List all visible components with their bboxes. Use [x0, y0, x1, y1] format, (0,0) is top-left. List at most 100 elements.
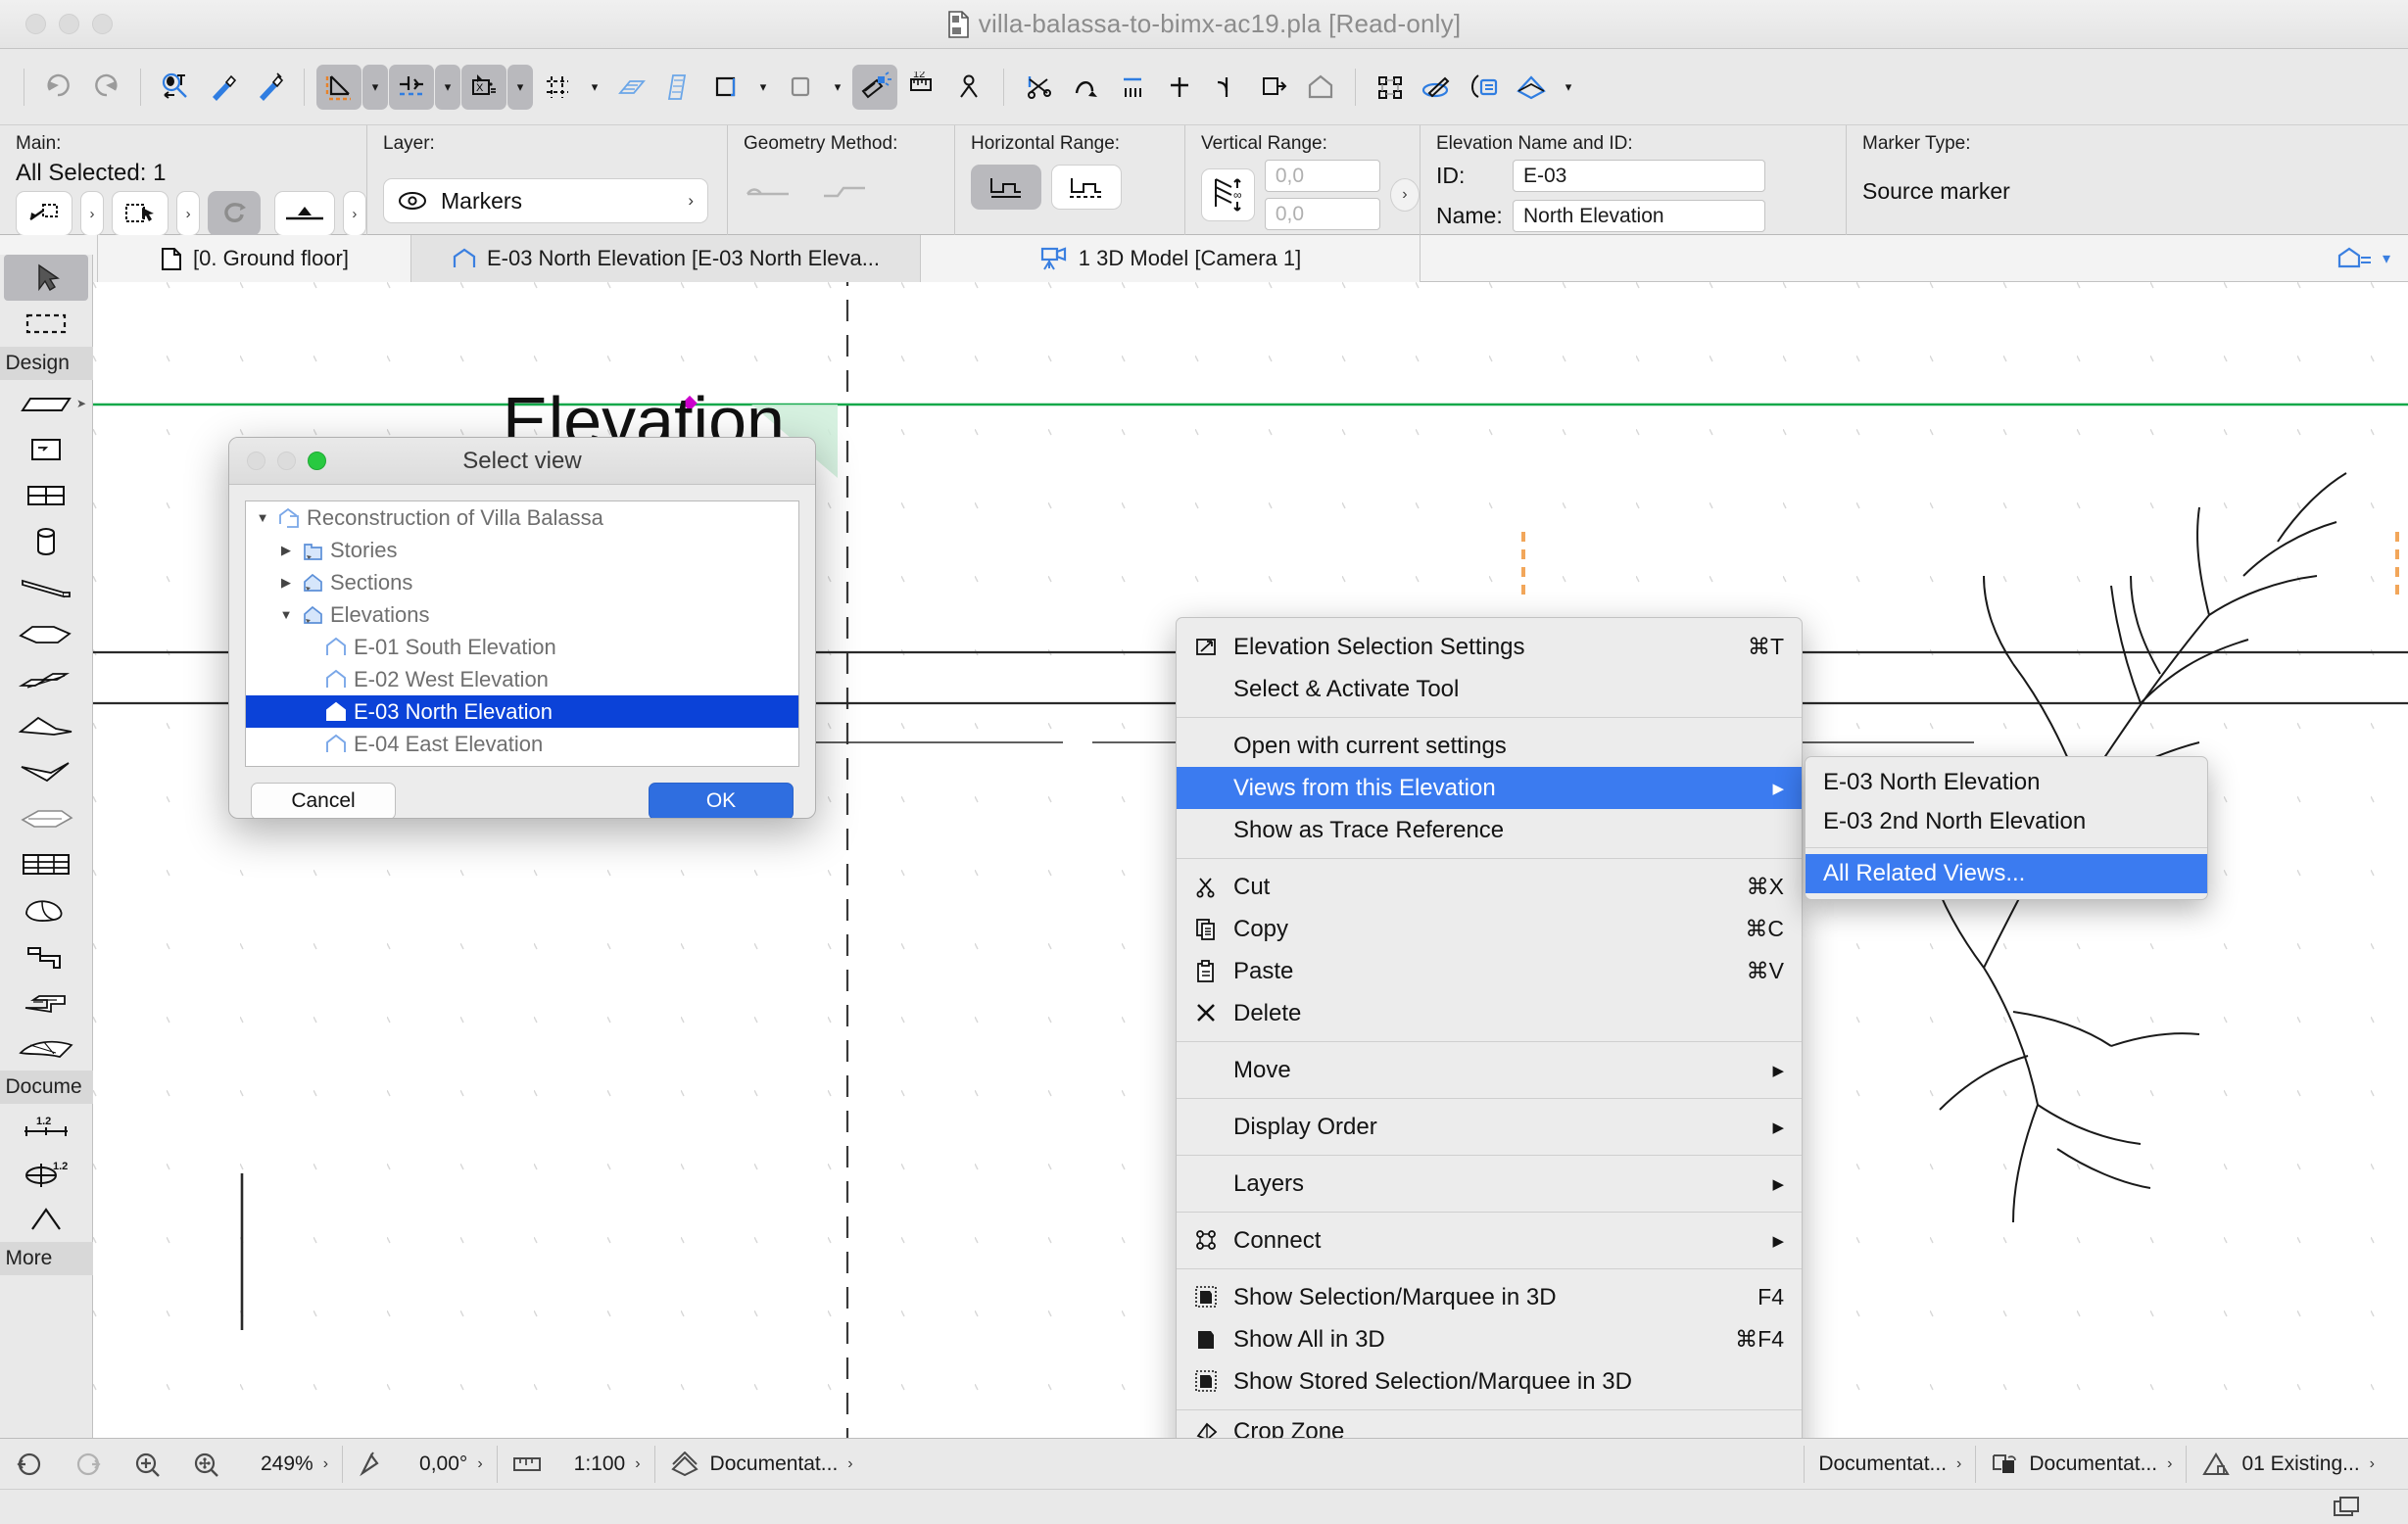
- morph-tool[interactable]: [4, 886, 88, 932]
- view-mode-control[interactable]: ▾: [2318, 235, 2408, 281]
- model-view-chevron-icon[interactable]: ›: [2167, 1455, 2172, 1473]
- tree-item[interactable]: ▼Reconstruction of Villa Balassa: [246, 501, 798, 534]
- redo-icon[interactable]: [83, 65, 128, 110]
- offset-icon[interactable]: [1251, 65, 1296, 110]
- view-tree[interactable]: ▼Reconstruction of Villa Balassa▶Stories…: [245, 500, 799, 767]
- pen-set-control[interactable]: Documentat... ›: [1805, 1439, 1975, 1490]
- toolbox-header-document[interactable]: Docume: [0, 1071, 93, 1104]
- drag-icon[interactable]: [208, 191, 261, 236]
- menu-item[interactable]: Show Selection/Marquee in 3DF4: [1177, 1276, 1802, 1318]
- zoom-out-icon[interactable]: [0, 1439, 59, 1490]
- slab-tool[interactable]: [4, 610, 88, 656]
- infinite-range-icon[interactable]: [1051, 165, 1122, 210]
- views-from-elevation-submenu[interactable]: E-03 North ElevationE-03 2nd North Eleva…: [1805, 756, 2208, 900]
- shell-tool[interactable]: [4, 748, 88, 794]
- level-dimension-tool[interactable]: 1.2: [4, 1150, 88, 1196]
- ok-button[interactable]: OK: [649, 783, 794, 819]
- layer-dropdown[interactable]: Markers ›: [383, 178, 708, 223]
- submenu-item[interactable]: E-03 North Elevation: [1806, 763, 2207, 802]
- fit-in-window-icon[interactable]: [176, 1439, 235, 1490]
- curtain-wall-tool[interactable]: [4, 840, 88, 886]
- trace-pair-icon[interactable]: [778, 65, 823, 110]
- menu-item[interactable]: Connect▶: [1177, 1219, 1802, 1262]
- menu-item[interactable]: Display Order▶: [1177, 1106, 1802, 1148]
- element-info-chevron-down-icon[interactable]: ▾: [507, 65, 533, 110]
- renovation-filter-chevron-icon[interactable]: ›: [2370, 1455, 2375, 1473]
- layer-chevron-icon[interactable]: ›: [688, 191, 694, 211]
- menu-item[interactable]: Move▶: [1177, 1049, 1802, 1091]
- vertical-range-infinite-icon[interactable]: ∞: [1201, 168, 1255, 221]
- pickup-params-icon[interactable]: [247, 65, 292, 110]
- pen-edit-icon[interactable]: [1415, 65, 1460, 110]
- context-menu[interactable]: Elevation Selection Settings⌘TSelect & A…: [1176, 617, 1803, 1481]
- layers-icon[interactable]: [1509, 65, 1554, 110]
- trace-pair-chevron-down-icon[interactable]: ▾: [825, 65, 850, 110]
- straight-elevation-icon[interactable]: [744, 176, 793, 202]
- vertical-range-top-input[interactable]: 0,0: [1265, 160, 1380, 192]
- undo-icon[interactable]: [36, 65, 81, 110]
- pen-set-chevron-icon[interactable]: ›: [1956, 1455, 1961, 1473]
- beam-tool[interactable]: [4, 564, 88, 610]
- tab-3d-model[interactable]: 1 3D Model [Camera 1]: [921, 235, 1421, 282]
- zone-tool[interactable]: [4, 932, 88, 978]
- split-icon[interactable]: [1016, 65, 1061, 110]
- renovation-filter-control[interactable]: 01 Existing... ›: [2187, 1439, 2388, 1490]
- marquee-tool[interactable]: [4, 301, 88, 347]
- window-tool[interactable]: [4, 472, 88, 518]
- wall-tool-flyout-arrow-icon[interactable]: ➤: [76, 397, 86, 410]
- column-tool[interactable]: [4, 978, 88, 1024]
- menu-item[interactable]: Views from this Elevation▶: [1177, 767, 1802, 809]
- menu-item[interactable]: Show All in 3D⌘F4: [1177, 1318, 1802, 1360]
- toolbox-header-design[interactable]: Design: [0, 347, 93, 380]
- door-tool[interactable]: [4, 426, 88, 472]
- element-info-icon[interactable]: X: [461, 65, 506, 110]
- marquee-chevron-icon[interactable]: ›: [176, 191, 200, 236]
- layers-chevron-down-icon[interactable]: ▾: [1556, 65, 1581, 110]
- limited-range-icon[interactable]: [971, 165, 1041, 210]
- scale-control[interactable]: 1:100 ›: [498, 1439, 654, 1490]
- window-stack-icon[interactable]: [2332, 1495, 2361, 1520]
- scale-chevron-icon[interactable]: ›: [635, 1455, 640, 1473]
- snap-grid-icon[interactable]: [535, 65, 580, 110]
- elevation-marker-chevron-icon[interactable]: ›: [80, 191, 104, 236]
- tree-item[interactable]: E-02 West Elevation: [246, 663, 798, 695]
- menu-item[interactable]: Elevation Selection Settings⌘T: [1177, 626, 1802, 668]
- orientation-control[interactable]: 0,00° ›: [343, 1439, 497, 1490]
- find-select-icon[interactable]: [153, 65, 198, 110]
- submenu-item[interactable]: All Related Views...: [1806, 854, 2207, 893]
- drafting-aids-icon[interactable]: [316, 65, 361, 110]
- submenu-item[interactable]: E-03 2nd North Elevation: [1806, 802, 2207, 841]
- roof-tool[interactable]: [4, 702, 88, 748]
- group-icon[interactable]: [1368, 65, 1413, 110]
- toolbox-header-more[interactable]: More: [0, 1242, 93, 1275]
- vertical-range-bottom-input[interactable]: 0,0: [1265, 198, 1380, 230]
- dimension-icon[interactable]: [852, 65, 897, 110]
- mesh-tool[interactable]: [4, 794, 88, 840]
- tree-item[interactable]: ▶Stories: [246, 534, 798, 566]
- snap-grid-chevron-down-icon[interactable]: ▾: [582, 65, 607, 110]
- vertical-range-chevron-right-icon[interactable]: ›: [1390, 178, 1420, 212]
- menu-item[interactable]: Select & Activate Tool: [1177, 668, 1802, 710]
- zoom-level-chevron-icon[interactable]: ›: [323, 1455, 328, 1473]
- drafting-aids-chevron-down-icon[interactable]: ▾: [362, 65, 388, 110]
- zoom-in-prev-icon[interactable]: [59, 1439, 118, 1490]
- solid-operations-icon[interactable]: [1298, 65, 1343, 110]
- marker-type-value[interactable]: Source marker: [1862, 178, 2010, 205]
- menu-item[interactable]: Copy⌘C: [1177, 908, 1802, 950]
- wall-tool[interactable]: ➤: [4, 380, 88, 426]
- twisty-down-icon[interactable]: ▼: [252, 510, 273, 525]
- twisty-down-icon[interactable]: ▼: [275, 607, 297, 622]
- broken-elevation-icon[interactable]: [820, 176, 869, 202]
- tree-item[interactable]: E-03 2nd North Elevation: [246, 760, 798, 767]
- tree-item[interactable]: E-03 North Elevation: [246, 695, 798, 728]
- tree-item[interactable]: ▶Sections: [246, 566, 798, 598]
- grid-snap-icon[interactable]: [609, 65, 654, 110]
- zoom-magnifier-icon[interactable]: [118, 1439, 176, 1490]
- skylight-tool[interactable]: [4, 1024, 88, 1071]
- marquee-select-icon[interactable]: [112, 191, 169, 236]
- object-tool[interactable]: [4, 518, 88, 564]
- tree-item[interactable]: E-04 East Elevation: [246, 728, 798, 760]
- zoom-level-control[interactable]: 249% ›: [235, 1439, 342, 1490]
- arrow-tool[interactable]: [4, 255, 88, 301]
- menu-item[interactable]: Paste⌘V: [1177, 950, 1802, 992]
